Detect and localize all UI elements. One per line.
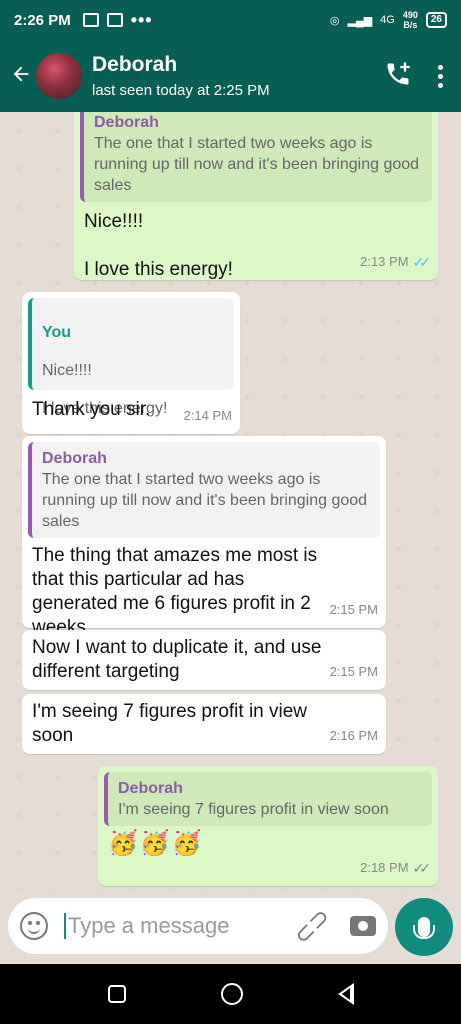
more-options-icon[interactable]: [438, 64, 443, 88]
gallery-icon: [106, 13, 123, 27]
quoted-message[interactable]: Deborah The one that I started two weeks…: [28, 442, 380, 538]
quoted-message[interactable]: You Nice!!!! I love this energy!: [28, 298, 234, 417]
message-time: 2:15 PM: [329, 664, 378, 679]
emoji-icon[interactable]: [20, 912, 48, 940]
message-time: 2:18 PM: [360, 860, 409, 875]
message-bubble-incoming[interactable]: Now I want to duplicate it, and use diff…: [22, 630, 386, 690]
message-time: 2:15 PM: [329, 602, 378, 617]
message-bubble-incoming[interactable]: You Nice!!!! I love this energy! Thank y…: [22, 292, 240, 434]
delivered-ticks-icon: ✓✓: [412, 860, 432, 876]
quoted-message[interactable]: Deborah I'm seeing 7 figures profit in v…: [104, 772, 432, 826]
party-emoji: 🥳🥳🥳: [108, 830, 204, 857]
message-composer: ⊂⊃: [0, 890, 461, 964]
message-bubble-outgoing[interactable]: Deborah The one that I started two weeks…: [74, 112, 438, 280]
quoted-author: Deborah: [118, 780, 183, 797]
quoted-text: The one that I started two weeks ago is …: [94, 135, 420, 194]
system-nav-bar: [0, 964, 461, 1024]
battery-indicator: 26: [425, 12, 447, 28]
camera-icon[interactable]: [350, 916, 376, 936]
microphone-icon: [413, 917, 435, 939]
quoted-author: You: [42, 324, 72, 341]
status-time: 2:26 PM: [14, 11, 71, 29]
recent-apps-icon[interactable]: [107, 985, 126, 1003]
quoted-author: Deborah: [42, 450, 107, 467]
quoted-author: Deborah: [94, 114, 159, 131]
message-time: 2:14 PM: [183, 408, 232, 423]
back-triangle-icon[interactable]: [337, 983, 354, 1005]
last-seen-status: last seen today at 2:25 PM: [92, 82, 270, 99]
quoted-message[interactable]: Deborah The one that I started two weeks…: [80, 112, 432, 202]
quoted-text: The one that I started two weeks ago is …: [42, 471, 368, 530]
quoted-text: I'm seeing 7 figures profit in view soon: [118, 801, 389, 818]
hotspot-icon: ◎: [329, 14, 340, 27]
signal-icon: ▂▄▆: [347, 14, 373, 27]
screen-cast-icon: [82, 13, 99, 27]
contact-name[interactable]: Deborah: [92, 53, 270, 77]
paperclip-icon[interactable]: ⊂⊃: [287, 902, 336, 951]
message-bubble-incoming[interactable]: Deborah The one that I started two weeks…: [22, 436, 386, 638]
home-icon[interactable]: [220, 983, 243, 1005]
read-ticks-icon: ✓✓: [412, 254, 432, 270]
arrow-left-icon[interactable]: [0, 63, 34, 89]
message-bubble-incoming[interactable]: I'm seeing 7 figures profit in view soon…: [22, 694, 386, 754]
more-notifications-icon: •••: [130, 10, 153, 30]
chat-header: Deborah last seen today at 2:25 PM: [0, 40, 461, 112]
message-time: 2:13 PM: [360, 254, 409, 269]
network-type: 4G: [380, 14, 395, 26]
network-speed: 490 B/s: [402, 10, 418, 30]
message-text: The thing that amazes me most is that th…: [32, 545, 318, 638]
voice-record-button[interactable]: [395, 898, 453, 956]
message-bubble-outgoing[interactable]: Deborah I'm seeing 7 figures profit in v…: [98, 766, 438, 886]
message-time: 2:16 PM: [329, 728, 378, 743]
chat-messages[interactable]: Deborah The one that I started two weeks…: [0, 112, 461, 890]
message-input[interactable]: [64, 913, 264, 939]
status-bar: 2:26 PM ••• ◎ ▂▄▆ 4G 490 B/s 26: [0, 0, 461, 40]
message-input-container[interactable]: ⊂⊃: [8, 898, 388, 954]
add-call-icon[interactable]: [384, 60, 412, 93]
contact-info[interactable]: Deborah last seen today at 2:25 PM: [92, 53, 270, 99]
avatar[interactable]: [36, 53, 82, 99]
